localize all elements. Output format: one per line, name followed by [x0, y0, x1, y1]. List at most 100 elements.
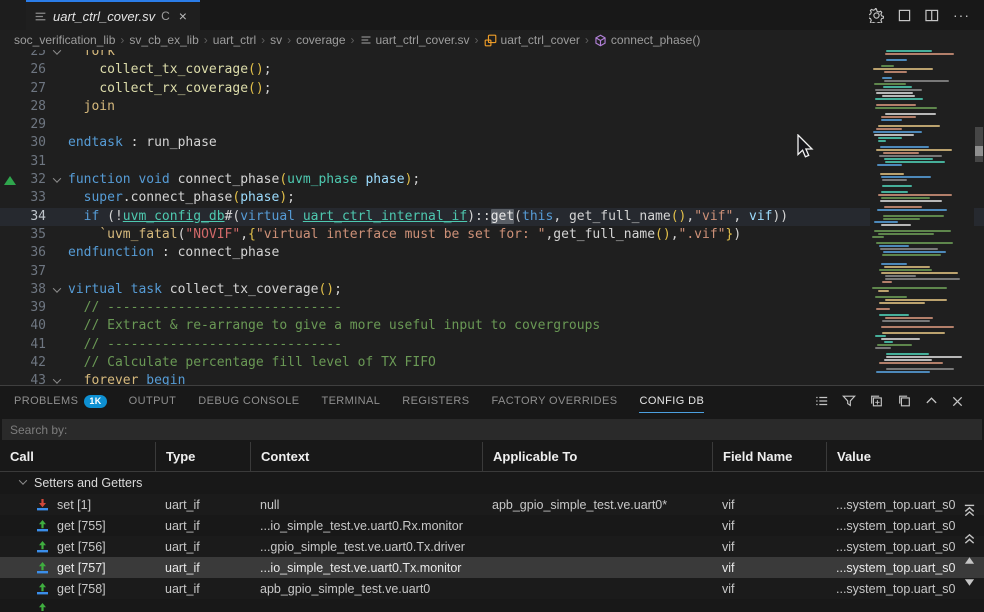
- minimap-line: [882, 320, 929, 322]
- breadcrumb-item-uart-ctrl[interactable]: uart_ctrl: [213, 33, 256, 47]
- scroll-to-top-button[interactable]: [960, 502, 978, 518]
- code-line-29[interactable]: 29: [0, 116, 984, 134]
- breadcrumb-label: sv_cb_ex_lib: [129, 33, 198, 47]
- fold-chevron-icon[interactable]: [46, 287, 68, 293]
- table-row-get-755-[interactable]: get [755]uart_if...io_simple_test.ve.uar…: [0, 515, 984, 536]
- fold-chevron-icon[interactable]: [46, 50, 68, 55]
- scrollbar-thumb[interactable]: [975, 127, 983, 162]
- table-row-get-757-[interactable]: get [757]uart_if...io_simple_test.ve.uar…: [0, 557, 984, 578]
- breadcrumb-item-uart-ctrl-cover-sv[interactable]: uart_ctrl_cover.sv: [360, 33, 470, 47]
- code-line-34[interactable]: 34 if (!uvm_config_db#(virtual uart_ctrl…: [0, 208, 984, 226]
- cell-field-name: vif: [712, 578, 826, 599]
- split-editor-icon[interactable]: [925, 9, 939, 22]
- panel-tab-config-db[interactable]: CONFIG DB: [639, 386, 704, 416]
- method-icon: [594, 34, 607, 47]
- panel-tab-debug-console[interactable]: DEBUG CONSOLE: [198, 386, 299, 416]
- fold-chevron-icon[interactable]: [46, 177, 68, 183]
- panel-tab-terminal[interactable]: TERMINAL: [321, 386, 380, 416]
- minimap-line: [877, 164, 902, 166]
- code-line-38[interactable]: 38virtual task collect_tx_coverage();: [0, 281, 984, 299]
- breadcrumb-item-sv[interactable]: sv: [270, 33, 282, 47]
- code-line-42[interactable]: 42 // Calculate percentage fill level of…: [0, 354, 984, 372]
- chevron-up-icon[interactable]: [925, 395, 938, 407]
- column-header-value[interactable]: Value: [826, 442, 984, 471]
- code-line-30[interactable]: 30endtask : run_phase: [0, 134, 984, 152]
- table-row-get-758-[interactable]: get [758]uart_ifapb_gpio_simple_test.ve.…: [0, 578, 984, 599]
- column-header-call[interactable]: Call: [0, 442, 155, 471]
- cell-type: uart_if: [155, 515, 250, 536]
- editor-scrollbar[interactable]: [974, 50, 984, 385]
- annotation-marker-icon[interactable]: [0, 176, 20, 185]
- code-line-27[interactable]: 27 collect_rx_coverage();: [0, 80, 984, 98]
- minimap-line: [872, 287, 947, 289]
- minimap-line: [879, 314, 908, 316]
- row-down-button[interactable]: [960, 574, 978, 590]
- minimap-line: [878, 125, 940, 127]
- page-up-button[interactable]: [960, 530, 978, 546]
- config-db-table: CallTypeContextApplicable ToField NameVa…: [0, 442, 984, 611]
- code-editor[interactable]: 25 fork26 collect_tx_coverage();27 colle…: [0, 50, 984, 385]
- close-panel-icon[interactable]: [951, 395, 964, 408]
- panel-tab-registers[interactable]: REGISTERS: [402, 386, 469, 416]
- breadcrumb-item-coverage[interactable]: coverage: [296, 33, 345, 47]
- breadcrumb-label: connect_phase(): [611, 33, 700, 47]
- code-line-43[interactable]: 43 forever begin: [0, 372, 984, 385]
- layout-icon[interactable]: [898, 9, 911, 22]
- breadcrumb-item-sv-cb-ex-lib[interactable]: sv_cb_ex_lib: [129, 33, 198, 47]
- code-line-35[interactable]: 35 `uvm_fatal("NOVIF",{"virtual interfac…: [0, 226, 984, 244]
- close-icon[interactable]: ×: [176, 7, 190, 25]
- table-row-get-756-[interactable]: get [756]uart_if...gpio_simple_test.ve.u…: [0, 536, 984, 557]
- breadcrumb-item-uart-ctrl-cover[interactable]: uart_ctrl_cover: [484, 33, 580, 47]
- code-line-32[interactable]: 32function void connect_phase(uvm_phase …: [0, 171, 984, 189]
- config-db-search: [2, 419, 982, 440]
- line-number: 41: [20, 336, 46, 354]
- code-line-25[interactable]: 25 fork: [0, 50, 984, 61]
- line-number: 38: [20, 281, 46, 299]
- table-row-set-1-[interactable]: set [1]uart_ifnullapb_gpio_simple_test.v…: [0, 494, 984, 515]
- search-input[interactable]: [2, 419, 982, 440]
- breadcrumb-item-soc-verification-lib[interactable]: soc_verification_lib: [14, 33, 115, 47]
- code-line-41[interactable]: 41 // ------------------------------: [0, 336, 984, 354]
- minimap-line: [881, 263, 907, 265]
- cell-type: uart_if: [155, 494, 250, 515]
- code-line-33[interactable]: 33 super.connect_phase(phase);: [0, 189, 984, 207]
- panel-tab-factory-overrides[interactable]: FACTORY OVERRIDES: [491, 386, 617, 416]
- code-text: // ------------------------------: [68, 336, 984, 354]
- minimap[interactable]: [870, 50, 974, 385]
- more-actions-icon[interactable]: ···: [953, 7, 970, 23]
- table-body: set [1]uart_ifnullapb_gpio_simple_test.v…: [0, 494, 984, 611]
- minimap-line: [877, 209, 948, 211]
- list-icon[interactable]: [814, 394, 829, 408]
- minimap-line: [884, 359, 933, 361]
- line-number: 40: [20, 317, 46, 335]
- minimap-line: [884, 266, 930, 268]
- code-line-31[interactable]: 31: [0, 153, 984, 171]
- minimap-line: [882, 185, 912, 187]
- scrollbar-grip[interactable]: [975, 146, 983, 156]
- code-line-26[interactable]: 26 collect_tx_coverage();: [0, 61, 984, 79]
- cell-field-name: vif: [712, 536, 826, 557]
- code-line-40[interactable]: 40 // Extract & re-arrange to give a mor…: [0, 317, 984, 335]
- gear-icon[interactable]: [869, 8, 884, 23]
- duplicate-panel-icon[interactable]: [897, 394, 912, 408]
- filter-icon[interactable]: [842, 394, 856, 408]
- fold-chevron-icon[interactable]: [46, 378, 68, 384]
- column-header-field-name[interactable]: Field Name: [712, 442, 826, 471]
- column-header-type[interactable]: Type: [155, 442, 250, 471]
- column-header-applicable-to[interactable]: Applicable To: [482, 442, 712, 471]
- line-number: 39: [20, 299, 46, 317]
- breadcrumb-item-connect-phase-[interactable]: connect_phase(): [594, 33, 700, 47]
- column-header-context[interactable]: Context: [250, 442, 482, 471]
- panel-tab-problems[interactable]: PROBLEMS1K: [14, 386, 107, 416]
- code-line-28[interactable]: 28 join: [0, 98, 984, 116]
- group-row-setters-getters[interactable]: Setters and Getters: [0, 472, 984, 494]
- row-up-button[interactable]: [960, 552, 978, 568]
- minimap-line: [886, 50, 932, 52]
- open-in-editor-icon[interactable]: [869, 394, 884, 408]
- tab-uart-ctrl-cover[interactable]: uart_ctrl_cover.sv C ×: [26, 0, 200, 30]
- code-line-37[interactable]: 37: [0, 263, 984, 281]
- panel-tab-output[interactable]: OUTPUT: [129, 386, 177, 416]
- code-line-36[interactable]: 36endfunction : connect_phase: [0, 244, 984, 262]
- table-row-partial[interactable]: [0, 599, 984, 611]
- code-line-39[interactable]: 39 // ------------------------------: [0, 299, 984, 317]
